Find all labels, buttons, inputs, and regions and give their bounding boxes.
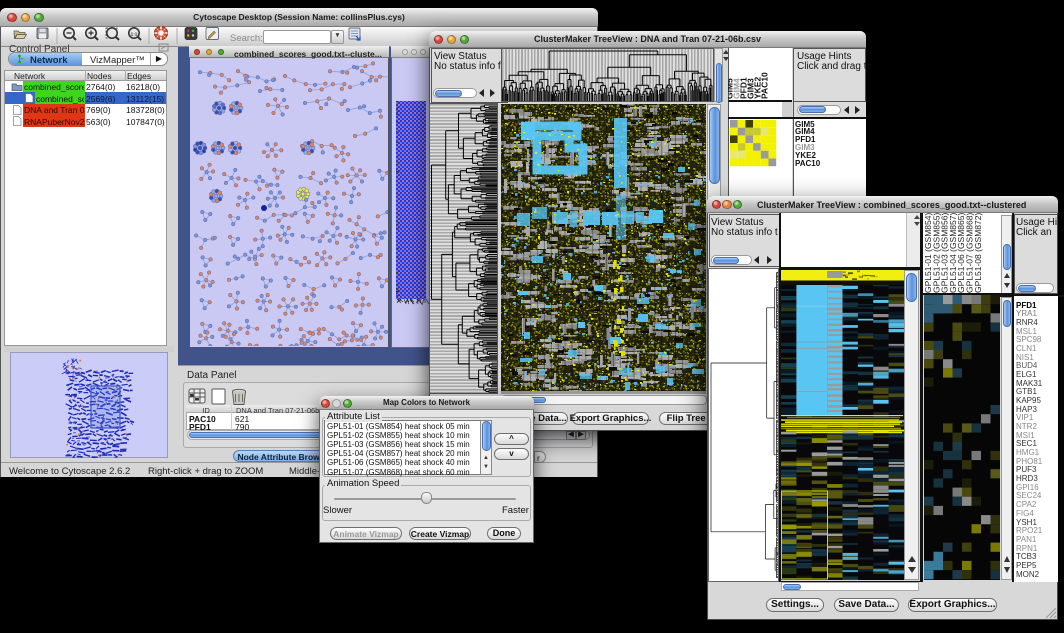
svg-text:GPL51-08 (GSM872): GPL51-08 (GSM872) — [973, 213, 983, 293]
svg-text:PAC10: PAC10 — [760, 72, 770, 99]
svg-text:1:1: 1:1 — [131, 31, 138, 36]
